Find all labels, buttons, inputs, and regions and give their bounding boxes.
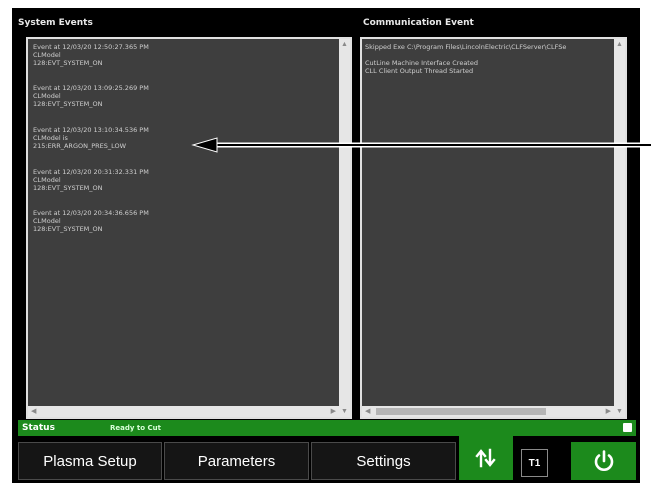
settings-label: Settings	[356, 452, 411, 470]
parameters-button[interactable]: Parameters	[164, 442, 309, 480]
tool-t1-button[interactable]: T1	[521, 449, 548, 477]
plasma-setup-label: Plasma Setup	[43, 452, 137, 470]
parameters-label: Parameters	[197, 452, 276, 470]
status-bar: Status Ready to Cut	[18, 420, 636, 436]
status-label: Status	[22, 423, 55, 433]
power-button[interactable]	[571, 442, 636, 480]
settings-button[interactable]: Settings	[311, 442, 456, 480]
swap-arrows-icon	[475, 448, 496, 468]
status-value: Ready to Cut	[110, 424, 161, 432]
power-icon	[594, 450, 613, 471]
swap-button[interactable]	[459, 436, 513, 480]
plasma-setup-button[interactable]: Plasma Setup	[18, 442, 162, 480]
status-indicator-icon	[623, 423, 632, 432]
t1-label: T1	[528, 457, 541, 469]
